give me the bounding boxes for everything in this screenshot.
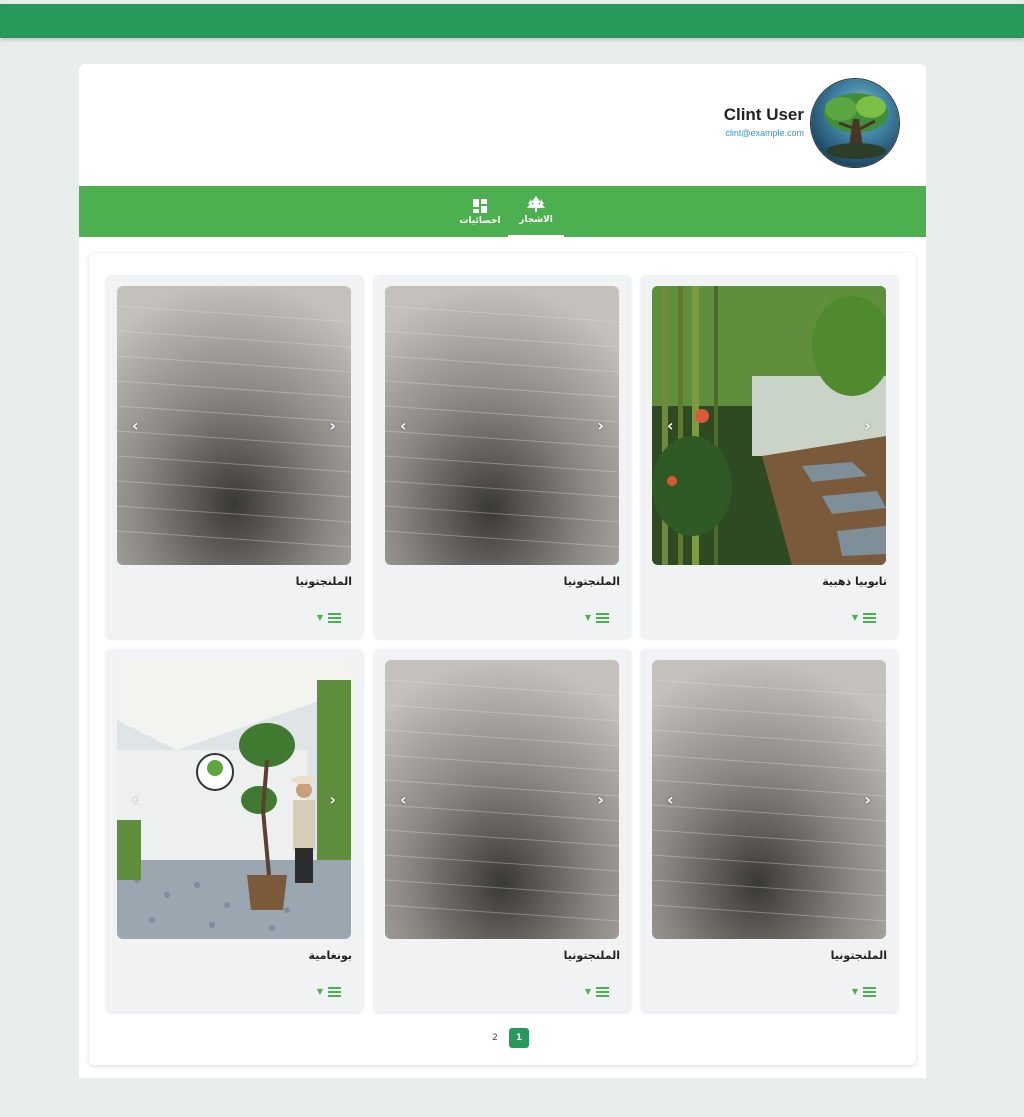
- caret-down-icon: ▼: [584, 987, 591, 996]
- prev-image-icon[interactable]: ‹: [400, 416, 407, 435]
- tree-image[interactable]: ‹ ›: [117, 660, 351, 939]
- tree-image[interactable]: ‹ ›: [652, 660, 886, 939]
- main-panel: Clint User clint@example.com احصائيات ال…: [79, 64, 926, 1078]
- next-image-icon[interactable]: ›: [597, 416, 604, 435]
- tree-name: الملنجتونيا: [563, 949, 620, 962]
- tree-name: الملنجتونيا: [295, 575, 352, 588]
- tree-card[interactable]: ‹ › الملنجتونيا ▼: [374, 649, 631, 1012]
- menu-icon: [328, 608, 341, 627]
- prev-image-icon[interactable]: ‹: [667, 790, 674, 809]
- card-menu-button[interactable]: ▼: [317, 608, 341, 627]
- next-image-icon[interactable]: ›: [597, 790, 604, 809]
- next-image-icon[interactable]: ›: [329, 416, 336, 435]
- prev-image-icon[interactable]: ‹: [667, 416, 674, 435]
- tree-name: بونغامية: [308, 949, 352, 962]
- page-2-link[interactable]: 2: [487, 1033, 503, 1043]
- card-menu-button[interactable]: ▼: [317, 982, 341, 1001]
- tree-list-container: ‹ › تابوبيا ذهبية ▼ ‹ › الملنجتونيا ▼ ‹ …: [89, 253, 916, 1065]
- caret-down-icon: ▼: [851, 613, 858, 622]
- tree-name: الملنجتونيا: [830, 949, 887, 962]
- top-bar: [0, 4, 1024, 38]
- next-image-icon[interactable]: ›: [864, 790, 871, 809]
- user-profile[interactable]: Clint User clint@example.com: [724, 78, 900, 168]
- menu-icon: [596, 608, 609, 627]
- card-menu-button[interactable]: ▼: [585, 982, 609, 1001]
- card-menu-button[interactable]: ▼: [852, 982, 876, 1001]
- caret-down-icon: ▼: [316, 613, 323, 622]
- card-menu-button[interactable]: ▼: [585, 608, 609, 627]
- tab-statistics-label: احصائيات: [459, 216, 501, 226]
- caret-down-icon: ▼: [584, 613, 591, 622]
- profile-email[interactable]: clint@example.com: [724, 128, 804, 138]
- prev-image-icon[interactable]: ‹: [400, 790, 407, 809]
- tree-name: الملنجتونيا: [563, 575, 620, 588]
- tree-card[interactable]: ‹ › الملنجتونيا ▼: [374, 275, 631, 638]
- tab-trees[interactable]: الاشجار: [508, 186, 564, 237]
- tree-name: تابوبيا ذهبية: [822, 575, 887, 588]
- next-image-icon[interactable]: ›: [864, 416, 871, 435]
- tree-card[interactable]: ‹ › بونغامية ▼: [106, 649, 363, 1012]
- tree-card[interactable]: ‹ › الملنجتونيا ▼: [106, 275, 363, 638]
- tree-image[interactable]: ‹ ›: [652, 286, 886, 565]
- prev-image-icon[interactable]: ‹: [132, 416, 139, 435]
- tree-card[interactable]: ‹ › تابوبيا ذهبية ▼: [641, 275, 898, 638]
- tree-image[interactable]: ‹ ›: [117, 286, 351, 565]
- tree-image[interactable]: ‹ ›: [385, 286, 619, 565]
- tab-statistics[interactable]: احصائيات: [452, 186, 508, 237]
- menu-icon: [328, 982, 341, 1001]
- dashboard-icon: [473, 197, 487, 213]
- profile-text: Clint User clint@example.com: [724, 105, 804, 138]
- tree-card[interactable]: ‹ › الملنجتونيا ▼: [641, 649, 898, 1012]
- avatar[interactable]: [810, 78, 900, 168]
- pagination: 2 1: [487, 1028, 529, 1048]
- menu-icon: [863, 608, 876, 627]
- next-image-icon[interactable]: ›: [329, 790, 336, 809]
- profile-name: Clint User: [723, 104, 804, 124]
- page-1-link[interactable]: 1: [509, 1028, 529, 1048]
- menu-icon: [596, 982, 609, 1001]
- tree-icon: [527, 196, 545, 212]
- nav-tabs: احصائيات الاشجار: [452, 186, 564, 237]
- caret-down-icon: ▼: [851, 987, 858, 996]
- prev-image-icon[interactable]: ‹: [132, 790, 139, 809]
- caret-down-icon: ▼: [316, 987, 323, 996]
- tab-trees-label: الاشجار: [519, 215, 553, 225]
- nav-bar: احصائيات الاشجار: [79, 186, 926, 237]
- tree-image[interactable]: ‹ ›: [385, 660, 619, 939]
- card-menu-button[interactable]: ▼: [852, 608, 876, 627]
- menu-icon: [863, 982, 876, 1001]
